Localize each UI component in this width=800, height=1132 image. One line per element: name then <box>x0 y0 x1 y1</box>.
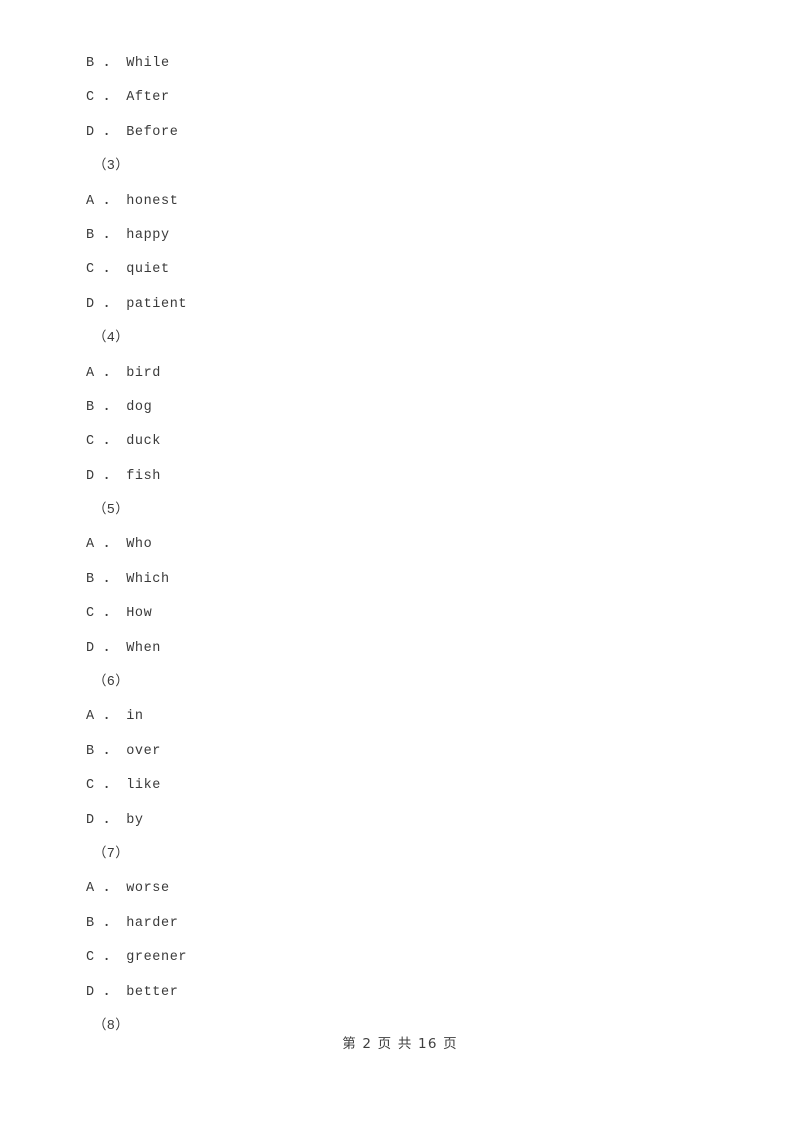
question-list: B ． While C ． After D ． Before （3） A ． hones… <box>86 47 706 1044</box>
answer-option: B ． While <box>86 56 170 71</box>
answer-option: B ． harder <box>86 915 179 931</box>
question-number: （3） <box>93 159 130 175</box>
answer-option: B ． happy <box>86 227 170 243</box>
answer-option: A ． honest <box>86 193 179 209</box>
question-number: （5） <box>93 503 130 519</box>
question-number: （7） <box>93 846 130 862</box>
answer-option: D ． patient <box>86 296 188 312</box>
answer-option: A ． worse <box>86 881 170 897</box>
answer-option: D ． When <box>86 640 162 656</box>
answer-option: D ． better <box>86 984 179 1000</box>
question-number: （4） <box>93 331 130 347</box>
answer-option: B ． over <box>86 743 162 759</box>
answer-option: A ． in <box>86 709 144 725</box>
document-page: B ． While C ． After D ． Before （3） A ． hones… <box>0 0 800 1132</box>
answer-option: A ． bird <box>86 365 162 381</box>
answer-option: C ． How <box>86 606 153 622</box>
answer-option: D ． by <box>86 812 144 828</box>
answer-option: D ． fish <box>86 468 162 484</box>
answer-option: A ． Who <box>86 537 153 553</box>
answer-option: C ． After <box>86 90 170 106</box>
answer-option: C ． quiet <box>86 262 170 278</box>
answer-option: D ． Before <box>86 124 179 140</box>
page-footer: 第 2 页 共 16 页 <box>342 1036 458 1052</box>
answer-option: C ． duck <box>86 434 162 450</box>
answer-option: C ． like <box>86 778 162 794</box>
answer-option: B ． Which <box>86 571 170 587</box>
answer-option: B ． dog <box>86 399 153 415</box>
question-number: （6） <box>93 675 130 691</box>
answer-option: C ． greener <box>86 950 188 966</box>
